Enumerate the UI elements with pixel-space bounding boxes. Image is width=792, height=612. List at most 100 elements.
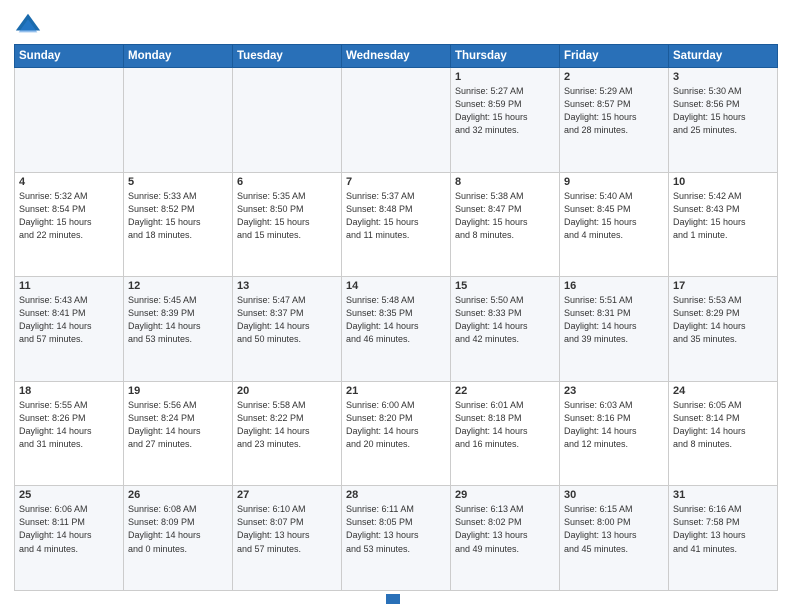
day-number: 13 [237,280,337,292]
day-cell: 9 Sunrise: 5:40 AM Sunset: 8:45 PM Daylig… [560,172,669,277]
day-cell: 17 Sunrise: 5:53 AM Sunset: 8:29 PM Dayli… [669,277,778,382]
week-row-3: 11Sunrise: 5:43 AM Sunset: 8:41 PM Dayli… [15,277,778,382]
day-cell [233,68,342,173]
day-cell: 28 Sunrise: 6:11 AM Sunset: 8:05 PM Dayli… [342,486,451,591]
day-cell: 26 Sunrise: 6:08 AM Sunset: 8:09 PM Dayli… [124,486,233,591]
day-cell: 18Sunrise: 5:55 AM Sunset: 8:26 PM Dayli… [15,381,124,486]
header [14,10,778,38]
day-detail: Sunrise: 6:03 AM Sunset: 8:16 PM Dayligh… [564,399,664,451]
daylight-swatch [386,594,400,604]
day-cell: 27 Sunrise: 6:10 AM Sunset: 8:07 PM Dayli… [233,486,342,591]
day-cell: 2 Sunrise: 5:29 AM Sunset: 8:57 PM Daylig… [560,68,669,173]
day-number: 21 [346,385,446,397]
logo-icon [14,10,42,38]
day-cell: 23 Sunrise: 6:03 AM Sunset: 8:16 PM Dayli… [560,381,669,486]
day-cell: 20 Sunrise: 5:58 AM Sunset: 8:22 PM Dayli… [233,381,342,486]
day-cell: 19 Sunrise: 5:56 AM Sunset: 8:24 PM Dayli… [124,381,233,486]
day-number: 30 [564,489,664,501]
day-detail: Sunrise: 5:32 AM Sunset: 8:54 PM Dayligh… [19,190,119,242]
day-detail: Sunrise: 6:11 AM Sunset: 8:05 PM Dayligh… [346,503,446,555]
day-detail: Sunrise: 5:30 AM Sunset: 8:56 PM Dayligh… [673,85,773,137]
week-row-4: 18Sunrise: 5:55 AM Sunset: 8:26 PM Dayli… [15,381,778,486]
day-number: 29 [455,489,555,501]
day-number: 8 [455,176,555,188]
weekday-header-row: SundayMondayTuesdayWednesdayThursdayFrid… [15,45,778,68]
day-number: 19 [128,385,228,397]
week-row-2: 4 Sunrise: 5:32 AM Sunset: 8:54 PM Daylig… [15,172,778,277]
day-detail: Sunrise: 5:45 AM Sunset: 8:39 PM Dayligh… [128,294,228,346]
weekday-saturday: Saturday [669,45,778,68]
day-number: 4 [19,176,119,188]
day-number: 24 [673,385,773,397]
day-detail: Sunrise: 6:16 AM Sunset: 7:58 PM Dayligh… [673,503,773,555]
day-detail: Sunrise: 5:47 AM Sunset: 8:37 PM Dayligh… [237,294,337,346]
day-detail: Sunrise: 5:35 AM Sunset: 8:50 PM Dayligh… [237,190,337,242]
day-cell [124,68,233,173]
day-detail: Sunrise: 5:53 AM Sunset: 8:29 PM Dayligh… [673,294,773,346]
weekday-monday: Monday [124,45,233,68]
day-cell: 21 Sunrise: 6:00 AM Sunset: 8:20 PM Dayli… [342,381,451,486]
day-detail: Sunrise: 5:48 AM Sunset: 8:35 PM Dayligh… [346,294,446,346]
day-detail: Sunrise: 5:43 AM Sunset: 8:41 PM Dayligh… [19,294,119,346]
day-cell: 7 Sunrise: 5:37 AM Sunset: 8:48 PM Daylig… [342,172,451,277]
day-detail: Sunrise: 5:33 AM Sunset: 8:52 PM Dayligh… [128,190,228,242]
day-number: 27 [237,489,337,501]
day-detail: Sunrise: 5:50 AM Sunset: 8:33 PM Dayligh… [455,294,555,346]
day-number: 17 [673,280,773,292]
day-cell: 6 Sunrise: 5:35 AM Sunset: 8:50 PM Daylig… [233,172,342,277]
day-cell: 30Sunrise: 6:15 AM Sunset: 8:00 PM Dayli… [560,486,669,591]
day-number: 6 [237,176,337,188]
day-detail: Sunrise: 5:58 AM Sunset: 8:22 PM Dayligh… [237,399,337,451]
day-number: 28 [346,489,446,501]
day-detail: Sunrise: 6:01 AM Sunset: 8:18 PM Dayligh… [455,399,555,451]
day-number: 12 [128,280,228,292]
day-detail: Sunrise: 5:38 AM Sunset: 8:47 PM Dayligh… [455,190,555,242]
day-cell: 14 Sunrise: 5:48 AM Sunset: 8:35 PM Dayli… [342,277,451,382]
day-detail: Sunrise: 6:13 AM Sunset: 8:02 PM Dayligh… [455,503,555,555]
day-number: 9 [564,176,664,188]
day-cell [15,68,124,173]
day-number: 31 [673,489,773,501]
calendar-table: SundayMondayTuesdayWednesdayThursdayFrid… [14,44,778,591]
day-detail: Sunrise: 5:56 AM Sunset: 8:24 PM Dayligh… [128,399,228,451]
day-detail: Sunrise: 5:40 AM Sunset: 8:45 PM Dayligh… [564,190,664,242]
day-detail: Sunrise: 5:37 AM Sunset: 8:48 PM Dayligh… [346,190,446,242]
day-cell: 29 Sunrise: 6:13 AM Sunset: 8:02 PM Dayli… [451,486,560,591]
weekday-sunday: Sunday [15,45,124,68]
day-number: 7 [346,176,446,188]
weekday-thursday: Thursday [451,45,560,68]
day-detail: Sunrise: 5:29 AM Sunset: 8:57 PM Dayligh… [564,85,664,137]
day-number: 26 [128,489,228,501]
page: SundayMondayTuesdayWednesdayThursdayFrid… [0,0,792,612]
day-cell: 1Sunrise: 5:27 AM Sunset: 8:59 PM Daylig… [451,68,560,173]
day-detail: Sunrise: 5:51 AM Sunset: 8:31 PM Dayligh… [564,294,664,346]
day-number: 16 [564,280,664,292]
day-number: 20 [237,385,337,397]
day-cell [342,68,451,173]
day-detail: Sunrise: 6:10 AM Sunset: 8:07 PM Dayligh… [237,503,337,555]
week-row-5: 25Sunrise: 6:06 AM Sunset: 8:11 PM Dayli… [15,486,778,591]
day-number: 2 [564,71,664,83]
day-number: 22 [455,385,555,397]
day-cell: 31 Sunrise: 6:16 AM Sunset: 7:58 PM Dayli… [669,486,778,591]
weekday-friday: Friday [560,45,669,68]
day-detail: Sunrise: 5:27 AM Sunset: 8:59 PM Dayligh… [455,85,555,137]
day-cell: 13 Sunrise: 5:47 AM Sunset: 8:37 PM Dayli… [233,277,342,382]
day-detail: Sunrise: 5:55 AM Sunset: 8:26 PM Dayligh… [19,399,119,451]
day-detail: Sunrise: 6:08 AM Sunset: 8:09 PM Dayligh… [128,503,228,555]
weekday-tuesday: Tuesday [233,45,342,68]
day-detail: Sunrise: 5:42 AM Sunset: 8:43 PM Dayligh… [673,190,773,242]
day-cell: 5Sunrise: 5:33 AM Sunset: 8:52 PM Daylig… [124,172,233,277]
day-cell: 4 Sunrise: 5:32 AM Sunset: 8:54 PM Daylig… [15,172,124,277]
day-cell: 15 Sunrise: 5:50 AM Sunset: 8:33 PM Dayli… [451,277,560,382]
day-number: 10 [673,176,773,188]
day-cell: 25Sunrise: 6:06 AM Sunset: 8:11 PM Dayli… [15,486,124,591]
day-number: 25 [19,489,119,501]
day-detail: Sunrise: 6:00 AM Sunset: 8:20 PM Dayligh… [346,399,446,451]
day-cell: 12 Sunrise: 5:45 AM Sunset: 8:39 PM Dayli… [124,277,233,382]
day-number: 23 [564,385,664,397]
day-cell: 16 Sunrise: 5:51 AM Sunset: 8:31 PM Dayli… [560,277,669,382]
weekday-wednesday: Wednesday [342,45,451,68]
day-number: 14 [346,280,446,292]
day-number: 15 [455,280,555,292]
